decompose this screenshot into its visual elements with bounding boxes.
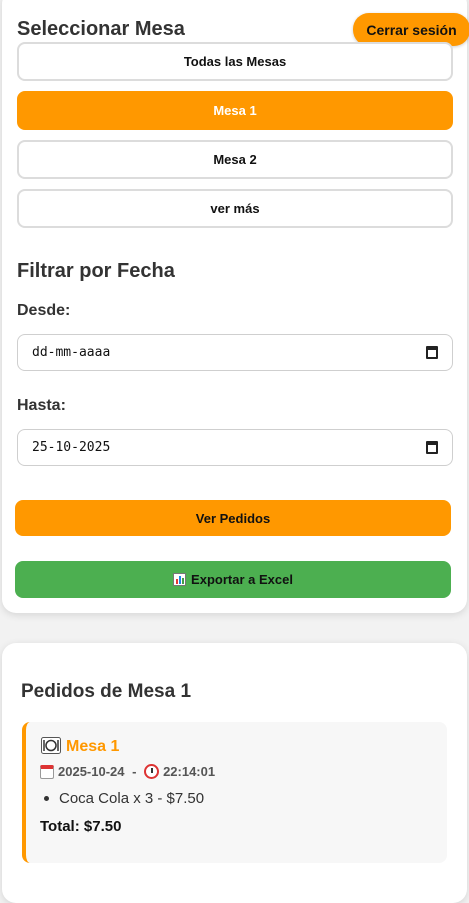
order-line-item: Coca Cola x 3 - $7.50 (40, 790, 204, 807)
order-time: 22:14:01 (163, 764, 216, 779)
export-label: Exportar a Excel (191, 572, 293, 587)
from-date-value: dd-mm-aaaa (32, 345, 111, 360)
all-tables-button[interactable]: Todas las Mesas (17, 42, 453, 81)
filter-title: Filtrar por Fecha (17, 260, 175, 282)
table-1-button[interactable]: Mesa 1 (17, 91, 453, 130)
datetime-separator: - (128, 764, 141, 779)
bar-chart-icon (173, 573, 187, 586)
to-date-input[interactable]: 25-10-2025 (17, 429, 453, 466)
export-excel-button[interactable]: Exportar a Excel (15, 561, 451, 598)
order-card: Mesa 1 2025-10-24 - 22:14:01 Coca Cola x… (22, 722, 447, 863)
calendar-icon[interactable] (426, 441, 438, 454)
calendar-icon (40, 764, 54, 779)
more-tables-button[interactable]: ver más (17, 189, 453, 228)
calendar-icon[interactable] (426, 346, 438, 359)
alarm-clock-icon (144, 764, 160, 779)
bullet-icon (44, 796, 49, 801)
from-label: Desde: (17, 302, 71, 319)
to-date-value: 25-10-2025 (32, 440, 111, 455)
page-title: Seleccionar Mesa (17, 18, 185, 40)
order-table-name: Mesa 1 (66, 738, 120, 755)
order-datetime: 2025-10-24 - 22:14:01 (40, 764, 215, 779)
order-date: 2025-10-24 (58, 764, 125, 779)
table-2-button[interactable]: Mesa 2 (17, 140, 453, 179)
orders-title: Pedidos de Mesa 1 (21, 681, 192, 702)
from-date-input[interactable]: dd-mm-aaaa (17, 334, 453, 371)
view-orders-button[interactable]: Ver Pedidos (15, 500, 451, 536)
plate-cutlery-icon (41, 737, 61, 754)
order-line-text: Coca Cola x 3 - $7.50 (59, 790, 205, 807)
to-label: Hasta: (17, 397, 66, 414)
order-total: Total: $7.50 (40, 818, 122, 835)
